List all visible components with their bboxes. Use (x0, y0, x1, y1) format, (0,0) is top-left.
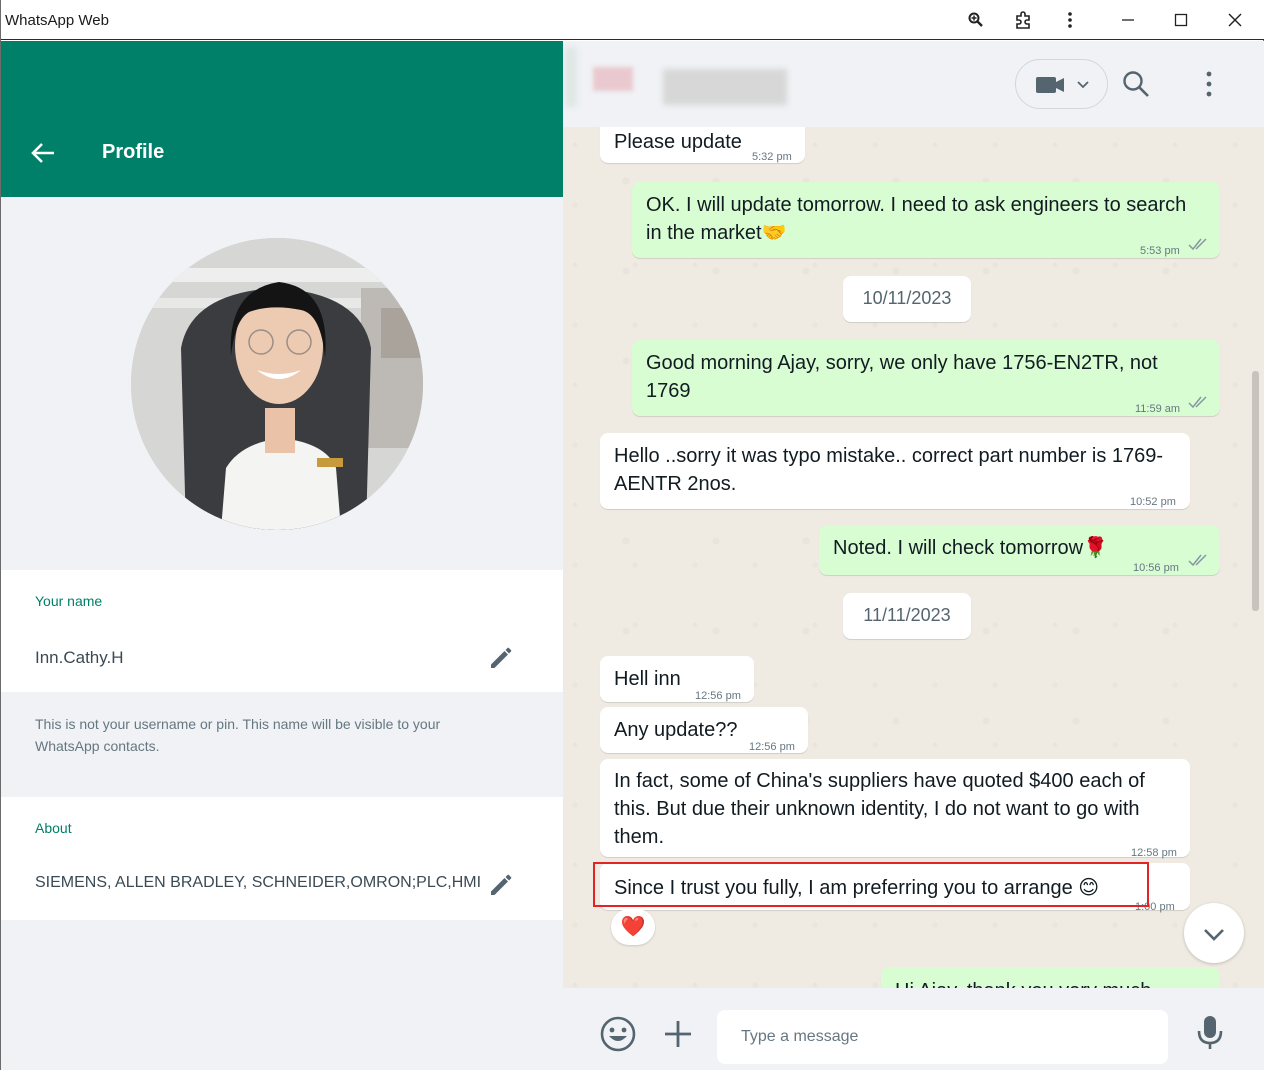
profile-header: Profile (1, 41, 563, 197)
attach-plus-icon[interactable] (659, 1015, 697, 1053)
edit-name-pencil-icon[interactable] (488, 645, 514, 671)
maximize-icon[interactable] (1166, 6, 1196, 34)
read-ticks-icon (1188, 396, 1207, 409)
microphone-icon[interactable] (1191, 1013, 1229, 1051)
incoming-message[interactable]: In fact, some of China's suppliers have … (600, 759, 1190, 859)
video-call-button[interactable] (1015, 59, 1108, 109)
scroll-to-bottom-button[interactable] (1184, 903, 1244, 963)
name-label: Your name (35, 593, 103, 609)
minimize-icon[interactable] (1113, 6, 1143, 34)
window-title: WhatsApp Web (5, 12, 109, 29)
name-value: Inn.Cathy.H (35, 648, 124, 667)
edit-about-pencil-icon[interactable] (488, 872, 514, 898)
outgoing-message[interactable]: OK. I will update tomorrow. I need to as… (632, 182, 1220, 258)
back-arrow-icon[interactable] (29, 139, 57, 167)
blurred-contact-avatar[interactable] (565, 47, 577, 107)
outgoing-message[interactable]: Good morning Ajay, sorry, we only have 1… (632, 340, 1220, 416)
name-hint-text: This is not your username or pin. This n… (35, 716, 441, 754)
red-highlight-box (593, 862, 1149, 907)
chat-menu-icon[interactable] (1194, 69, 1224, 99)
blurred-contact-avatar-detail (593, 67, 633, 91)
emoji-icon[interactable] (599, 1015, 637, 1053)
chat-panel: Please update 5:32 pm OK. I will update … (563, 41, 1264, 1070)
profile-avatar[interactable] (131, 238, 423, 530)
more-icon[interactable] (1055, 6, 1085, 34)
chat-scrollbar-thumb[interactable] (1252, 371, 1259, 611)
read-ticks-icon (1188, 238, 1207, 251)
chevron-down-icon (1204, 929, 1224, 941)
title-bar: WhatsApp Web (1, 0, 1264, 40)
incoming-message[interactable]: Hell inn 12:56 pm (600, 656, 754, 702)
composer-bar (563, 988, 1264, 1070)
close-icon[interactable] (1220, 6, 1250, 34)
heart-reaction[interactable]: ❤️ (611, 909, 655, 945)
incoming-message[interactable]: Please update 5:32 pm (600, 127, 805, 163)
date-separator: 11/11/2023 (843, 593, 971, 639)
blurred-contact-name[interactable] (663, 69, 787, 105)
app-window: WhatsApp Web Profile Your name Inn.Cathy… (0, 0, 1264, 1070)
search-icon[interactable] (1121, 69, 1151, 99)
about-label: About (35, 820, 72, 836)
incoming-message[interactable]: Any update?? 12:56 pm (600, 707, 808, 753)
outgoing-message[interactable]: Noted. I will check tomorrow🌹 10:56 pm (819, 525, 1220, 575)
incoming-message[interactable]: Hello ..sorry it was typo mistake.. corr… (600, 433, 1190, 509)
about-card: About SIEMENS, ALLEN BRADLEY, SCHNEIDER,… (1, 797, 563, 920)
about-value: SIEMENS, ALLEN BRADLEY, SCHNEIDER,OMRON;… (35, 874, 482, 891)
chat-header (563, 41, 1264, 127)
date-separator: 10/11/2023 (843, 276, 971, 322)
name-card: Your name Inn.Cathy.H (1, 570, 563, 692)
zoom-icon[interactable] (961, 6, 991, 34)
profile-title: Profile (102, 141, 165, 163)
profile-panel: Profile Your name Inn.Cathy.H This is no… (1, 41, 563, 1070)
read-ticks-icon (1188, 554, 1207, 567)
message-input[interactable] (717, 1010, 1168, 1064)
outgoing-message[interactable]: Hi Ajay, thank you very much (881, 967, 1220, 988)
message-list[interactable]: Please update 5:32 pm OK. I will update … (563, 127, 1253, 988)
extensions-icon[interactable] (1009, 6, 1039, 34)
